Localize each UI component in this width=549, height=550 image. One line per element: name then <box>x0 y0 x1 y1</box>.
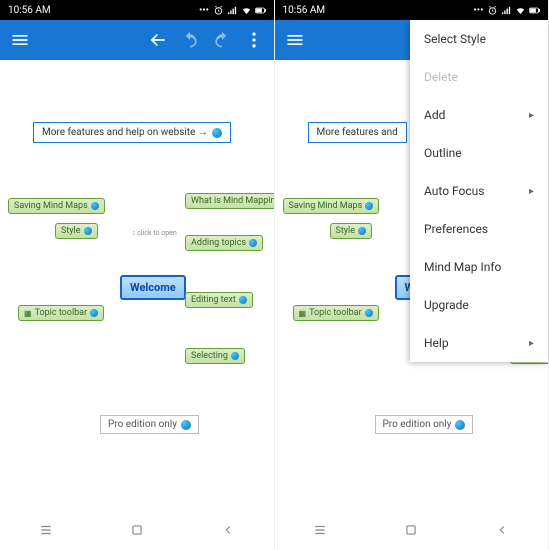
menu-help[interactable]: Help▸ <box>410 324 548 362</box>
more-icon: ••• <box>473 5 484 16</box>
screen-left: 10:56 AM ••• More features and help on w… <box>0 0 275 550</box>
status-time: 10:56 AM <box>283 5 326 16</box>
battery-icon <box>529 5 540 16</box>
nav-home-icon[interactable] <box>129 522 145 538</box>
status-bar: 10:56 AM ••• <box>275 0 549 20</box>
globe-icon <box>239 296 247 304</box>
globe-icon <box>358 227 366 235</box>
menu-select-style[interactable]: Select Style <box>410 20 548 58</box>
status-bar: 10:56 AM ••• <box>0 0 274 20</box>
nav-recents-icon[interactable] <box>312 522 328 538</box>
mindmap-canvas[interactable]: More features and help on website → Welc… <box>0 60 274 510</box>
node-style[interactable]: Style <box>55 223 98 239</box>
click-open-hint: ↕ click to open <box>132 230 177 237</box>
alarm-icon <box>487 5 498 16</box>
menu-outline[interactable]: Outline <box>410 134 548 172</box>
node-selecting[interactable]: Selecting <box>185 348 245 364</box>
globe-icon <box>91 202 99 210</box>
screen-right: 10:56 AM ••• More features and We Saving… <box>275 0 549 550</box>
globe-icon <box>84 227 92 235</box>
globe-icon <box>212 128 222 138</box>
menu-upgrade[interactable]: Upgrade <box>410 286 548 324</box>
pro-badge: Pro edition only <box>100 415 199 434</box>
node-editing[interactable]: Editing text <box>185 292 253 308</box>
menu-auto-focus[interactable]: Auto Focus▸ <box>410 172 548 210</box>
node-saving[interactable]: Saving Mind Maps <box>8 198 105 214</box>
nav-back-icon[interactable] <box>220 522 236 538</box>
chevron-right-icon: ▸ <box>529 338 534 349</box>
globe-icon <box>455 420 465 430</box>
app-bar <box>0 20 274 60</box>
wifi-icon <box>241 5 252 16</box>
chevron-right-icon: ▸ <box>529 186 534 197</box>
menu-add[interactable]: Add▸ <box>410 96 548 134</box>
chevron-right-icon: ▸ <box>529 110 534 121</box>
wifi-icon <box>515 5 526 16</box>
globe-icon <box>181 420 191 430</box>
node-adding[interactable]: Adding topics <box>185 235 263 251</box>
globe-icon <box>365 202 373 210</box>
banner-text: More features and help on website → <box>42 127 208 138</box>
signal-icon <box>227 5 238 16</box>
node-style[interactable]: Style <box>330 223 373 239</box>
nav-back-icon[interactable] <box>494 522 510 538</box>
more-icon: ••• <box>199 5 210 16</box>
banner-text: More features and <box>317 127 398 138</box>
node-welcome[interactable]: Welcome <box>120 275 186 300</box>
menu-icon[interactable] <box>8 28 32 52</box>
globe-icon <box>90 309 98 317</box>
globe-icon <box>365 309 373 317</box>
signal-icon <box>501 5 512 16</box>
node-toolbar[interactable]: ▦Topic toolbar <box>293 305 379 321</box>
redo-icon[interactable] <box>210 28 234 52</box>
node-whatis[interactable]: What is Mind Mapping <box>185 193 274 209</box>
menu-icon[interactable] <box>283 28 307 52</box>
menu-info[interactable]: Mind Map Info <box>410 248 548 286</box>
node-saving[interactable]: Saving Mind Maps <box>283 198 380 214</box>
alarm-icon <box>213 5 224 16</box>
status-time: 10:56 AM <box>8 5 51 16</box>
website-banner[interactable]: More features and help on website → <box>33 122 231 143</box>
globe-icon <box>231 352 239 360</box>
back-icon[interactable] <box>146 28 170 52</box>
undo-icon[interactable] <box>178 28 202 52</box>
battery-icon <box>255 5 266 16</box>
node-toolbar[interactable]: ▦Topic toolbar <box>18 305 104 321</box>
nav-bar <box>275 510 549 550</box>
menu-delete: Delete <box>410 58 548 96</box>
pro-badge: Pro edition only <box>375 415 474 434</box>
nav-home-icon[interactable] <box>403 522 419 538</box>
website-banner[interactable]: More features and <box>308 122 407 143</box>
more-vert-icon[interactable] <box>242 28 266 52</box>
nav-recents-icon[interactable] <box>38 522 54 538</box>
nav-bar <box>0 510 274 550</box>
overflow-menu: Select Style Delete Add▸ Outline Auto Fo… <box>410 20 548 362</box>
menu-preferences[interactable]: Preferences <box>410 210 548 248</box>
globe-icon <box>249 239 257 247</box>
